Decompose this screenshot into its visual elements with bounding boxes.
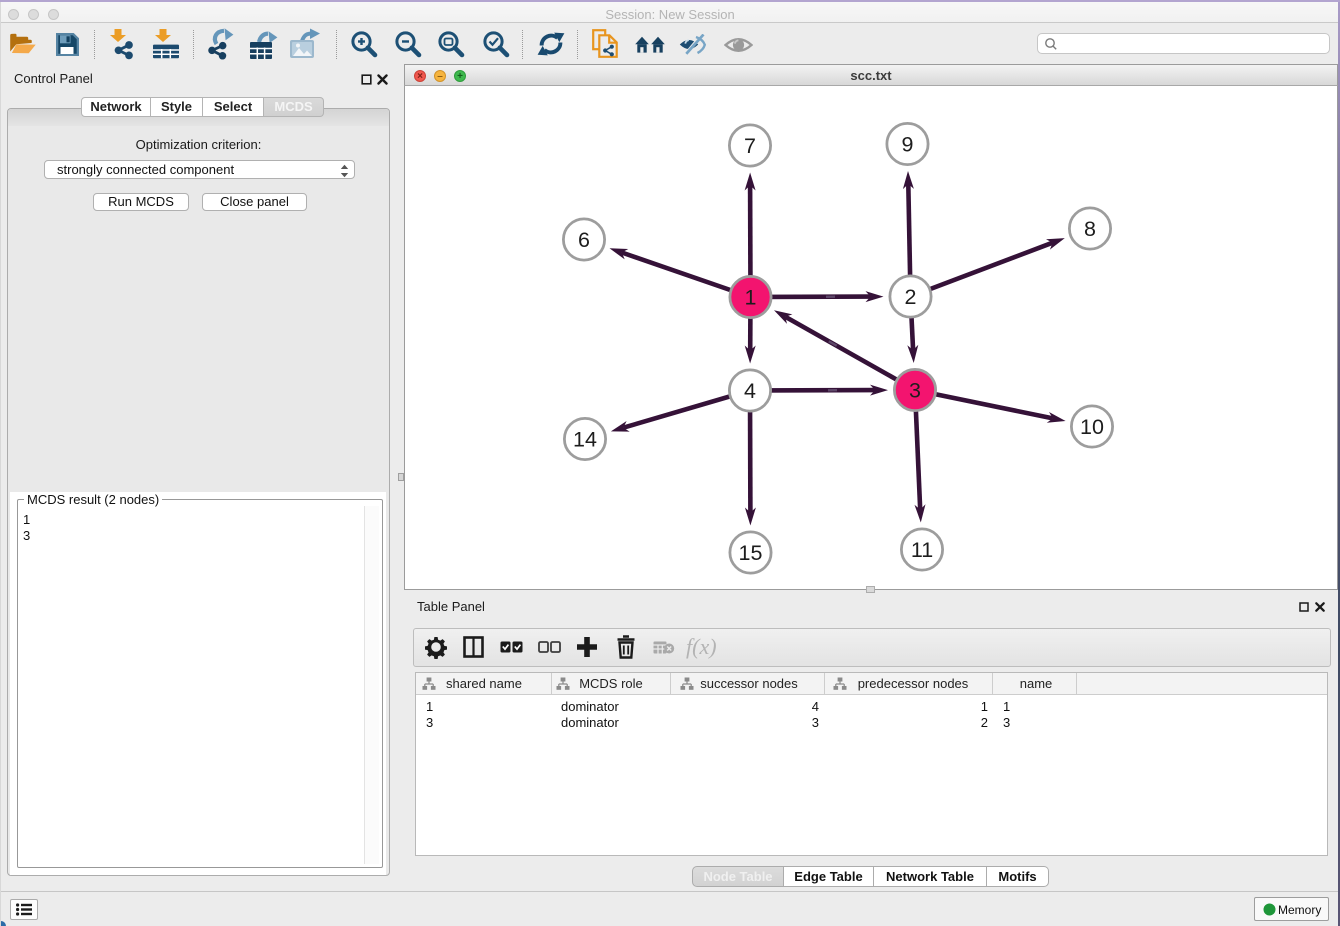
svg-text:10: 10 [1080, 415, 1104, 439]
svg-text:7: 7 [744, 134, 756, 158]
svg-text:8: 8 [1084, 217, 1096, 241]
svg-text:2: 2 [905, 285, 917, 309]
svg-text:14: 14 [573, 428, 597, 452]
svg-text:15: 15 [739, 541, 763, 565]
svg-text:9: 9 [902, 133, 914, 157]
svg-text:4: 4 [744, 379, 756, 403]
svg-text:6: 6 [578, 228, 590, 252]
svg-text:11: 11 [911, 538, 933, 562]
svg-text:3: 3 [909, 379, 921, 403]
svg-text:1: 1 [745, 286, 757, 310]
